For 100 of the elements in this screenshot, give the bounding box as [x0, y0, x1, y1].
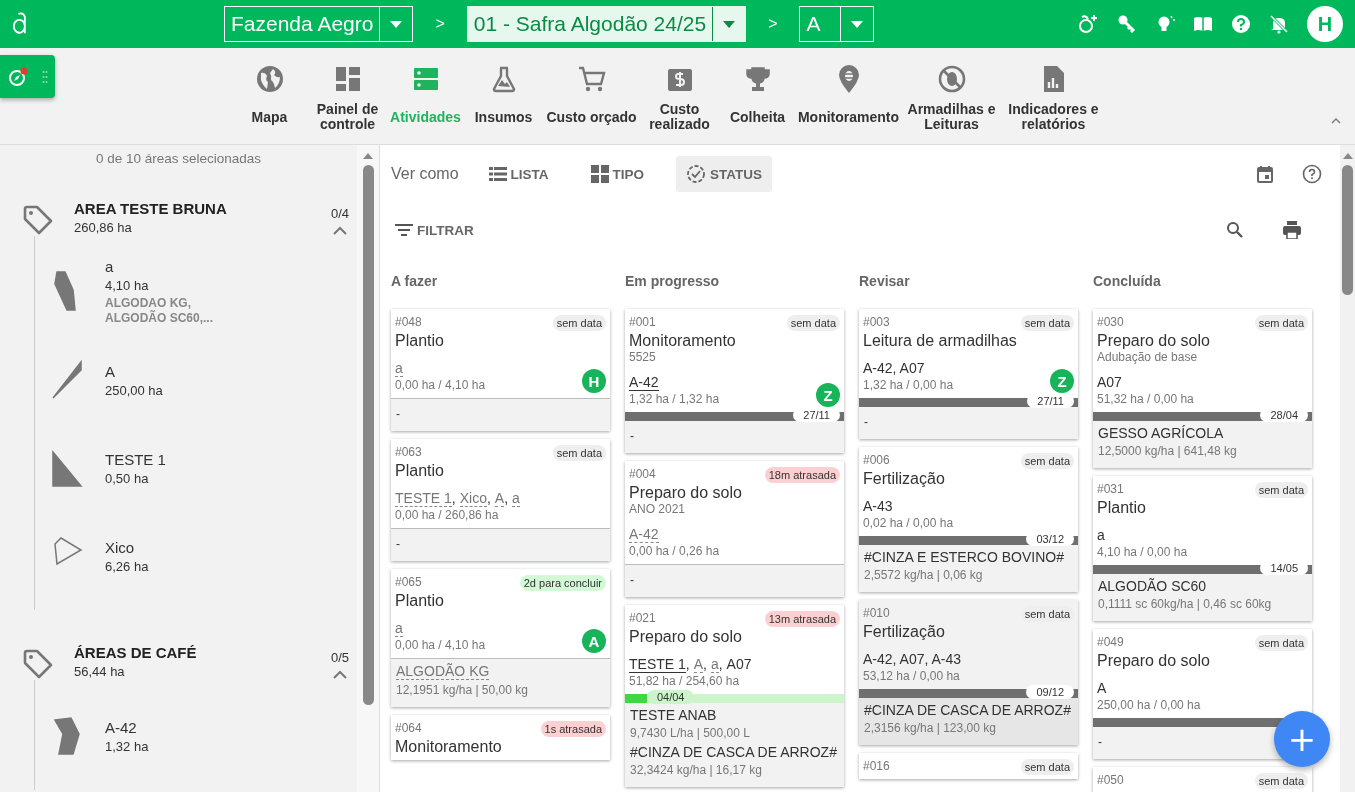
area-item[interactable]: TESTE 1 0,50 ha [35, 424, 357, 512]
area-link[interactable]: A-42 [629, 374, 659, 391]
deadline-badge: sem data [1020, 606, 1074, 622]
area-name: A-42 [105, 718, 138, 736]
scroll-up-icon[interactable] [1342, 153, 1353, 159]
area-link[interactable]: A-42 [629, 526, 659, 543]
area-item[interactable]: A 250,00 ha [35, 336, 357, 424]
input-amount: 12,5000 kg/ha | 641,48 kg [1098, 444, 1238, 458]
tag-icon [22, 648, 54, 680]
search-icon[interactable] [1226, 221, 1244, 239]
area-link[interactable]: A-42, A07 [863, 360, 925, 376]
activity-card[interactable]: #016 sem data [859, 753, 1078, 779]
calendar-icon[interactable] [1256, 165, 1274, 183]
activity-title: Plantio [395, 592, 445, 610]
caret-icon [723, 20, 736, 28]
nav-tab[interactable]: Painel de controle [307, 62, 388, 134]
activity-card[interactable]: #031 sem data Plantio a 4,10 ha / 0,00 ha 14/05 ALGODÃO SC60 0,1111 sc 60kg/ha | 0,46 sc 60kg [1093, 476, 1312, 621]
area-link[interactable]: Xico [459, 490, 487, 507]
area-link[interactable]: A07 [726, 656, 752, 672]
activity-card[interactable]: #050 sem data [1093, 767, 1312, 792]
area-group-header[interactable]: ÁREAS DE CAFÉ 56,44 ha 0/5 [0, 610, 357, 680]
nav-tab[interactable]: Monitoramento [795, 62, 902, 134]
activity-card[interactable]: #006 sem data Fertilização A-43 0,02 ha / 0,00 ha 03/12 #CINZA E ESTERCO BOVINO# 2,5572 kg/ha | 0,06 kg [859, 447, 1078, 592]
scrollbar[interactable] [357, 145, 379, 792]
breadcrumb-separator: > [435, 15, 445, 33]
area-link[interactable]: A-42, A07, A-43 [863, 651, 962, 667]
input-amount: 12,1951 kg/ha | 50,00 kg [396, 683, 529, 697]
area-link[interactable]: a [512, 490, 520, 507]
scrollbar-thumb[interactable] [1342, 165, 1353, 295]
activity-number: #001 [629, 314, 656, 329]
view-toggle[interactable]: LISTA [478, 158, 559, 190]
activity-card[interactable]: #063 sem data Plantio TESTE 1, Xico, A, a 0,00 ha / 260,86 ha - [391, 439, 610, 561]
activity-card[interactable]: #003 sem data Leitura de armadilhas A-42, A07 1,32 ha / 0,00 ha Z 27/11 - [859, 309, 1078, 439]
activity-card[interactable]: #048 sem data Plantio a 0,00 ha / 4,10 ha H - [391, 309, 610, 431]
view-toggle[interactable]: STATUS [676, 156, 773, 192]
add-user-icon[interactable] [1077, 13, 1099, 35]
area-link[interactable]: a [710, 656, 719, 673]
notifications-off-icon[interactable] [1269, 14, 1289, 34]
drag-handle-icon[interactable] [42, 69, 49, 84]
nav-tab[interactable]: Armadilhas e Leituras [899, 62, 1004, 134]
area-group-header[interactable]: AREA TESTE BRUNA 260,86 ha 0/4 [0, 166, 357, 236]
area-size: 6,26 ha [105, 558, 149, 574]
nav-tab[interactable]: Insumos [463, 62, 544, 134]
chevron-icon[interactable] [331, 226, 348, 236]
area-progress-text: 1,32 ha / 1,32 ha [629, 392, 720, 406]
area-link[interactable]: a [395, 620, 403, 637]
activity-card[interactable]: #004 18m atrasada Preparo do solo ANO 2021 A-42 0,00 ha / 0,26 ha - [625, 461, 844, 597]
activity-card[interactable]: #001 sem data Monitoramento 5525 A-42 1,32 ha / 1,32 ha Z 27/11 - [625, 309, 844, 453]
area-size: 4,10 ha [105, 278, 150, 293]
globe-icon [254, 64, 285, 94]
season-select[interactable]: 01 - Safra Algodão 24/25 [466, 6, 747, 42]
due-date: 04/04 [646, 690, 695, 704]
area-link[interactable]: A [1097, 680, 1107, 696]
activity-card[interactable]: #010 sem data Fertilização A-42, A07, A-43 53,12 ha / 0,00 ha 09/12 #CINZA DE CASCA DE ARROZ# 2,3156 kg/ha | 123,00 kg [859, 600, 1078, 745]
area-item[interactable]: a 4,10 ha ALGODAO KG, ALGODÃO SC60,... [35, 248, 357, 336]
area-progress-text: 1,32 ha / 0,00 ha [863, 378, 954, 392]
activity-number: #010 [863, 605, 890, 620]
area-link[interactable]: TESTE 1 [629, 656, 686, 673]
key-icon[interactable] [1117, 14, 1137, 34]
scroll-up-icon[interactable] [363, 153, 373, 159]
area-link[interactable]: A-43 [863, 498, 893, 514]
group-area: 260,86 ha [74, 219, 331, 235]
activity-card[interactable]: #030 sem data Preparo do solo Adubação de base A07 51,32 ha / 0,00 ha 28/04 GESSO AGRÍCOLA 12,5000 kg/ha | 641,48 kg [1093, 309, 1312, 468]
nav-tab[interactable]: Indicadores e relatórios [1001, 62, 1106, 134]
area-link[interactable]: A07 [1097, 374, 1122, 390]
nav-tab[interactable]: Custo realizado [639, 62, 720, 134]
help-icon[interactable] [1231, 14, 1251, 34]
input-amount: 2,5572 kg/ha | 0,06 kg [864, 568, 984, 582]
area-link[interactable]: a [1097, 527, 1105, 543]
activity-subtitle: 5525 [629, 350, 657, 364]
filter-button[interactable]: FILTRAR [391, 216, 478, 244]
caret-icon [851, 20, 864, 28]
nav-tab[interactable]: Colheita [717, 62, 798, 134]
help-icon[interactable] [1302, 164, 1322, 184]
view-toggle[interactable]: TIPO [580, 157, 655, 191]
activity-title: Leitura de armadilhas [863, 332, 1018, 350]
scrollbar-thumb[interactable] [362, 165, 374, 705]
area-size: 1,32 ha [105, 738, 149, 754]
area-item[interactable]: A-42 1,32 ha [35, 692, 357, 780]
activity-card[interactable]: #021 13m atrasada Preparo do solo TESTE 1, A, a, A07 51,82 ha / 254,60 ha 04/04 TESTE ANAB 9,7430 L/ha | 500,00 L #CINZA DE CASCA DE ARROZ# 32,3424 kg/ha | 16,17 kg [625, 605, 844, 787]
floating-widget[interactable] [0, 55, 55, 98]
area-progress-text: 0,02 ha / 0,00 ha [863, 516, 954, 530]
deadline-badge: sem data [786, 315, 840, 331]
deadline-badge: 2d para concluir [519, 575, 606, 591]
activity-number: #006 [863, 452, 890, 467]
nav-tab[interactable]: Mapa [229, 62, 310, 134]
chevron-icon[interactable] [331, 670, 348, 680]
nav-tab[interactable]: Custo orçado [541, 62, 642, 134]
activity-card[interactable]: #065 2d para concluir Plantio a 0,00 ha / 4,10 ha A ALGODÃO KG 12,1951 kg/ha | 50,00 kg [391, 569, 610, 707]
empty-value: - [630, 428, 634, 445]
list-icon [411, 65, 440, 93]
activity-card[interactable]: #064 1s atrasada Monitoramento [391, 715, 610, 760]
empty-value: - [1098, 734, 1102, 751]
area-link[interactable]: TESTE 1 [395, 490, 452, 507]
area-item[interactable]: Xico 6,26 ha [35, 512, 357, 600]
collapse-caret-icon[interactable] [1331, 118, 1341, 124]
print-icon[interactable] [1282, 221, 1302, 239]
book-icon[interactable] [1193, 15, 1213, 33]
compass-icon [6, 65, 29, 88]
area-link[interactable]: a [395, 360, 403, 377]
